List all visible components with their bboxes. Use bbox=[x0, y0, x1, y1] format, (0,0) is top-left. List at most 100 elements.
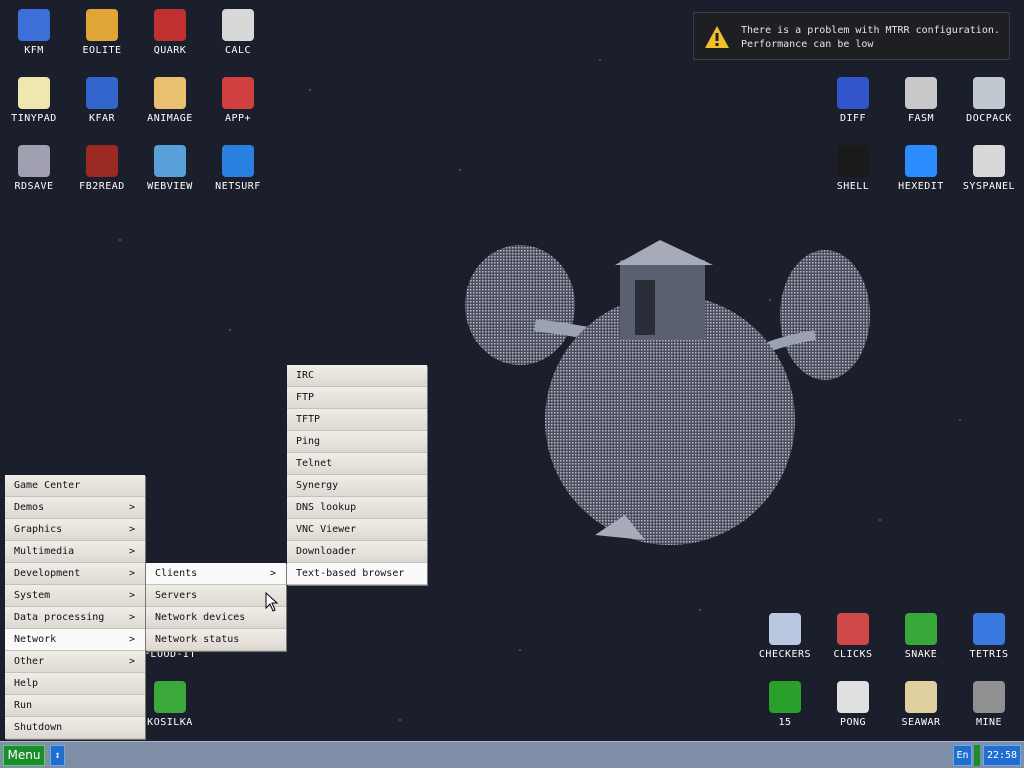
desktop-icon-clicks[interactable]: CLICKS bbox=[821, 607, 885, 671]
menu-item-label: Synergy bbox=[296, 480, 339, 491]
desktop-icon-label: FASM bbox=[907, 113, 935, 124]
menu-item-label: Development bbox=[14, 568, 81, 579]
main-menu-item-graphics[interactable]: Graphics > bbox=[5, 519, 145, 541]
desktop-icon-label: WEBVIEW bbox=[147, 181, 193, 192]
main-menu-item-network[interactable]: Network > bbox=[5, 629, 145, 651]
desktop-icon-label: TETRIS bbox=[969, 649, 1009, 660]
menu-item-label: Clients bbox=[155, 568, 198, 579]
desktop-icon-kfar[interactable]: KFAR bbox=[70, 71, 134, 135]
updown-arrow-icon[interactable]: ↕ bbox=[50, 745, 65, 766]
clients-menu-item-synergy[interactable]: Synergy bbox=[287, 475, 427, 497]
desktop-icon-fb2read[interactable]: FB2READ bbox=[70, 139, 134, 203]
mine-icon bbox=[973, 681, 1005, 713]
clients-menu-item-ping[interactable]: Ping bbox=[287, 431, 427, 453]
desktop-icon-label: KOSILKA bbox=[147, 717, 193, 728]
main-menu-item-multimedia[interactable]: Multimedia > bbox=[5, 541, 145, 563]
menu-item-label: Demos bbox=[14, 502, 45, 513]
desktop-icon-pong[interactable]: PONG bbox=[821, 675, 885, 739]
desktop-icon-rdsave[interactable]: RDSAVE bbox=[2, 139, 66, 203]
desktop-icon-hexedit[interactable]: HEXEDIT bbox=[889, 139, 953, 203]
clients-menu-item-vnc-viewer[interactable]: VNC Viewer bbox=[287, 519, 427, 541]
language-indicator[interactable]: En bbox=[953, 745, 972, 766]
desktop-icon-diff[interactable]: DIFF bbox=[821, 71, 885, 135]
menu-item-label: VNC Viewer bbox=[296, 524, 357, 535]
warning-icon bbox=[705, 26, 729, 48]
main-menu-item-development[interactable]: Development > bbox=[5, 563, 145, 585]
main-menu-item-run[interactable]: Run bbox=[5, 695, 145, 717]
network-menu-item-network-status[interactable]: Network status bbox=[146, 629, 286, 651]
clients-menu-item-text-based-browser[interactable]: Text-based browser bbox=[287, 563, 427, 585]
main-menu-item-system[interactable]: System > bbox=[5, 585, 145, 607]
sliders-icon bbox=[973, 145, 1005, 177]
chevron-right-icon: > bbox=[128, 590, 135, 601]
cabinet-icon bbox=[973, 77, 1005, 109]
mouse-cursor bbox=[265, 592, 279, 612]
main-menu-item-other[interactable]: Other > bbox=[5, 651, 145, 673]
clients-submenu: IRC FTP TFTP Ping Telnet Synergy DNS lookup VNC… bbox=[287, 365, 427, 585]
network-menu-item-clients[interactable]: Clients > bbox=[146, 563, 286, 585]
desktop-icon-label: DIFF bbox=[839, 113, 867, 124]
menu-item-label: Multimedia bbox=[14, 546, 75, 557]
menu-item-label: Network bbox=[14, 634, 57, 645]
tetris-icon bbox=[973, 613, 1005, 645]
main-menu-item-shutdown[interactable]: Shutdown bbox=[5, 717, 145, 739]
desktop-icon-label: CHECKERS bbox=[758, 649, 812, 660]
desktop-icon-checkers[interactable]: CHECKERS bbox=[753, 607, 817, 671]
desktop-icon-tetris[interactable]: TETRIS bbox=[957, 607, 1021, 671]
menu-item-label: Data processing bbox=[14, 612, 105, 623]
clients-menu-item-tftp[interactable]: TFTP bbox=[287, 409, 427, 431]
menu-button[interactable]: Menu bbox=[3, 745, 45, 766]
desktop-icon-fasm[interactable]: FASM bbox=[889, 71, 953, 135]
desktop-icon-label: KFAR bbox=[88, 113, 116, 124]
clients-menu-item-downloader[interactable]: Downloader bbox=[287, 541, 427, 563]
desktop-icon-15[interactable]: 15 bbox=[753, 675, 817, 739]
main-menu-item-help[interactable]: Help bbox=[5, 673, 145, 695]
taskbar: Menu ↕ En 22:58 bbox=[0, 741, 1024, 768]
clients-menu-item-irc[interactable]: IRC bbox=[287, 365, 427, 387]
panels-icon bbox=[86, 77, 118, 109]
desktop-icon-label: APP+ bbox=[224, 113, 252, 124]
menu-item-label: TFTP bbox=[296, 414, 321, 425]
desktop-icon-app-[interactable]: APP+ bbox=[206, 71, 270, 135]
desktop-icon-label: QUARK bbox=[153, 45, 187, 56]
menu-item-label: DNS lookup bbox=[296, 502, 357, 513]
menu-item-label: Game Center bbox=[14, 480, 81, 491]
desktop-icon-kfm[interactable]: KFM bbox=[2, 3, 66, 67]
desktop-icon-shell[interactable]: SHELL bbox=[821, 139, 885, 203]
desktop-icon-mine[interactable]: MINE bbox=[957, 675, 1021, 739]
chevron-right-icon: > bbox=[128, 502, 135, 513]
desktop-icon-label: CLICKS bbox=[833, 649, 873, 660]
desktop-icon-label: SNAKE bbox=[904, 649, 938, 660]
snake-icon bbox=[905, 613, 937, 645]
main-menu-item-demos[interactable]: Demos > bbox=[5, 497, 145, 519]
rubik-cube-icon bbox=[222, 77, 254, 109]
main-menu-item-game-center[interactable]: Game Center bbox=[5, 475, 145, 497]
chevron-right-icon: > bbox=[128, 546, 135, 557]
clock[interactable]: 22:58 bbox=[983, 745, 1021, 766]
menu-item-label: System bbox=[14, 590, 51, 601]
desktop-icon-syspanel[interactable]: SYSPANEL bbox=[957, 139, 1021, 203]
desktop-icon-quark[interactable]: QUARK bbox=[138, 3, 202, 67]
puzzle-15-icon bbox=[769, 681, 801, 713]
desktop-icon-docpack[interactable]: DOCPACK bbox=[957, 71, 1021, 135]
desktop-icon-tinypad[interactable]: TINYPAD bbox=[2, 71, 66, 135]
main-menu-item-data-processing[interactable]: Data processing > bbox=[5, 607, 145, 629]
desktop-icon-calc[interactable]: CALC bbox=[206, 3, 270, 67]
desktop-icon-label: SEAWAR bbox=[901, 717, 941, 728]
mtrr-warning-notification: There is a problem with MTRR configurati… bbox=[693, 12, 1010, 60]
globe-icon bbox=[222, 145, 254, 177]
clients-menu-item-telnet[interactable]: Telnet bbox=[287, 453, 427, 475]
clients-menu-item-ftp[interactable]: FTP bbox=[287, 387, 427, 409]
clients-menu-item-dns-lookup[interactable]: DNS lookup bbox=[287, 497, 427, 519]
desktop-icon-animage[interactable]: ANIMAGE bbox=[138, 71, 202, 135]
desktop-icon-kosilka[interactable]: KOSILKA bbox=[138, 675, 202, 739]
desktop-icon-snake[interactable]: SNAKE bbox=[889, 607, 953, 671]
desktop-icon-netsurf[interactable]: NETSURF bbox=[206, 139, 270, 203]
desktop-icon-label: SYSPANEL bbox=[962, 181, 1016, 192]
menu-item-label: Graphics bbox=[14, 524, 63, 535]
desktop-icon-seawar[interactable]: SEAWAR bbox=[889, 675, 953, 739]
desktop-icon-label: MINE bbox=[975, 717, 1003, 728]
desktop-icon-label: 15 bbox=[778, 717, 792, 728]
desktop-icon-eolite[interactable]: EOLITE bbox=[70, 3, 134, 67]
desktop-icon-webview[interactable]: WEBVIEW bbox=[138, 139, 202, 203]
